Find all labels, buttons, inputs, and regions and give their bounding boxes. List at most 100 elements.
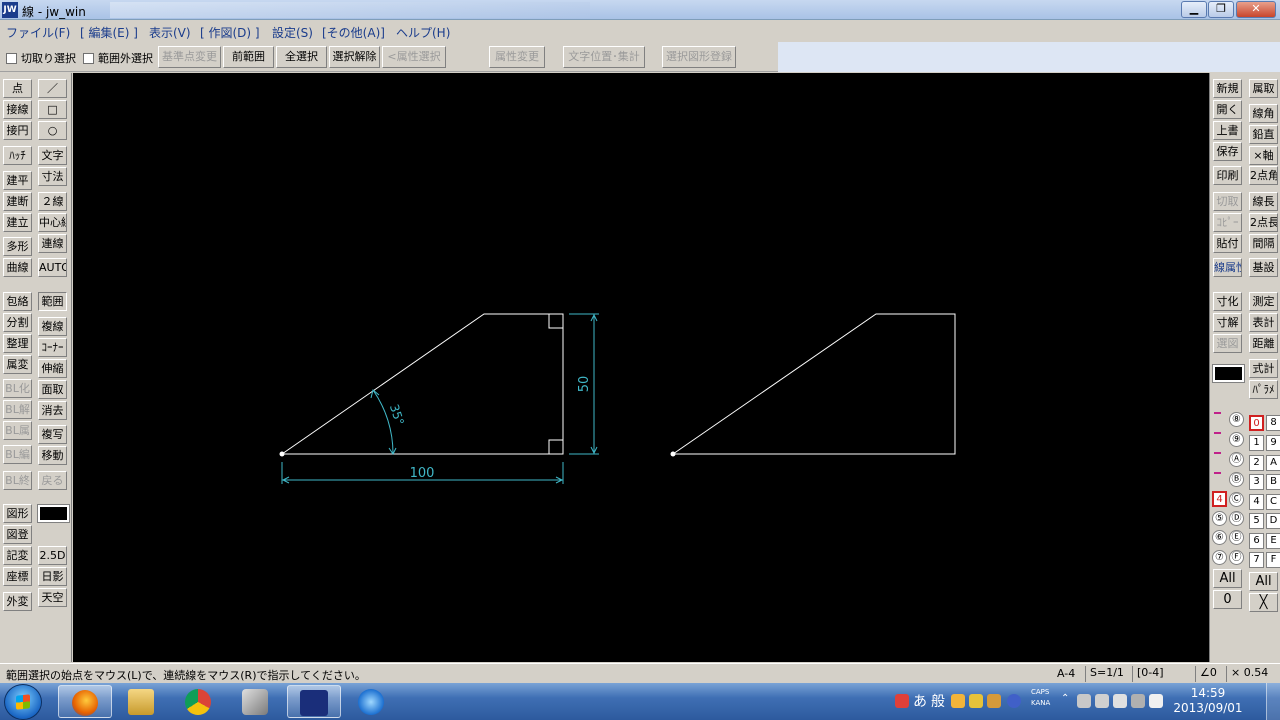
minimize-button[interactable]: ▁ [1181,1,1207,18]
tool-dimension[interactable]: 寸法 [38,167,67,186]
layer-5[interactable]: ⑤ [1212,511,1227,526]
layer-b[interactable]: Ⓑ [1229,472,1244,487]
angle-dim-arc[interactable] [372,389,394,455]
group-0-current[interactable]: 0 [1249,415,1264,431]
layer-4-current[interactable]: 4 [1212,491,1227,507]
formula-calc-button[interactable]: 式計 [1249,359,1278,378]
signal-icon[interactable] [1131,694,1145,708]
tool-building-plan[interactable]: 建平 [3,171,32,190]
change-base-point-button[interactable]: 基準点変更 [158,46,221,68]
tool-building-section[interactable]: 建断 [3,192,32,211]
tool-continuous-line[interactable]: 連線 [38,234,67,253]
copy-button[interactable]: ｺﾋﾟｰ [1213,213,1242,232]
scale-readout[interactable]: S=1/1 [1085,666,1131,682]
group-1[interactable]: 1 [1249,435,1264,451]
tool-undo[interactable]: 戻る [38,471,67,490]
outside-select-checkbox[interactable]: 範囲外選択 [83,50,153,66]
menu-help[interactable]: ヘルプ(H) [396,24,450,41]
parameter-button[interactable]: ﾊﾟﾗﾒ [1249,380,1278,399]
taskbar-itunes[interactable] [345,685,399,718]
previous-range-button[interactable]: 前範囲 [223,46,274,68]
tool-polygon[interactable]: 多形 [3,237,32,256]
tool-copy[interactable]: 複写 [38,425,67,444]
tool-sky[interactable]: 天空 [38,588,67,607]
tool-block-edit[interactable]: BL編 [3,445,32,464]
safely-remove-icon[interactable] [1077,694,1091,708]
ime-conversion[interactable]: 般 [931,691,945,711]
tool-block-end[interactable]: BL終 [3,471,32,490]
tool-auto[interactable]: AUTO [38,258,67,277]
clock[interactable]: 14:59 2013/09/01 [1168,686,1248,716]
height-dimension-label[interactable]: 50 [577,376,592,393]
angle-readout[interactable]: ∠0 [1195,666,1225,682]
ime-tool-icon[interactable] [951,694,965,708]
group-x-button[interactable]: ╳ [1249,593,1278,612]
menu-settings[interactable]: 設定(S) [272,24,313,41]
taskbar-app[interactable] [229,685,283,718]
base-settings-button[interactable]: 基設 [1249,258,1278,277]
deselect-button[interactable]: 選択解除 [329,46,380,68]
cut-button[interactable]: 切取 [1213,192,1242,211]
file-overwrite-button[interactable]: 上書 [1213,121,1242,140]
right-trapezoid-outline[interactable] [672,313,956,455]
layer-readout[interactable]: [0-4] [1132,666,1194,682]
menu-other[interactable]: [その他(A)] [322,24,385,41]
dimension-ungroup-button[interactable]: 寸解 [1213,313,1242,332]
right-start-point[interactable] [670,451,676,457]
tool-arrange[interactable]: 整理 [3,334,32,353]
jw-app-icon[interactable]: JW [2,2,18,18]
group-3[interactable]: 3 [1249,474,1264,490]
group-f[interactable]: F [1266,552,1280,568]
two-point-length-button[interactable]: 2点長 [1249,213,1278,232]
tool-tangent-line[interactable]: 接線 [3,100,32,119]
group-c[interactable]: C [1266,494,1280,510]
tool-text[interactable]: 文字 [38,146,67,165]
left-trapezoid-outline[interactable] [281,313,564,455]
register-selection-button[interactable]: 選択図形登録 [662,46,736,68]
taskbar-explorer[interactable] [115,685,169,718]
tool-divide[interactable]: 分割 [3,313,32,332]
group-6[interactable]: 6 [1249,533,1264,549]
taskbar-jww[interactable] [287,685,341,718]
tool-point[interactable]: 点 [3,79,32,98]
tool-stretch[interactable]: 伸縮 [38,359,67,378]
left-start-point[interactable] [279,451,285,457]
ime-pad-icon[interactable] [969,694,983,708]
paste-button[interactable]: 貼付 [1213,234,1242,253]
tool-figure-register[interactable]: 図登 [3,525,32,544]
tool-chamfer[interactable]: 面取 [38,380,67,399]
cut-select-checkbox[interactable]: 切取り選択 [6,50,76,66]
tool-rectangle[interactable]: □ [38,100,67,119]
group-5[interactable]: 5 [1249,513,1264,529]
menu-draw[interactable]: [ 作図(D) ] [200,24,260,41]
checkbox-box[interactable] [83,53,94,64]
volume-icon[interactable] [1113,694,1127,708]
ime-icon[interactable] [895,694,909,708]
menu-edit[interactable]: [ 編集(E) ] [80,24,138,41]
layer-9[interactable]: ⑨ [1229,432,1244,447]
tool-external-change[interactable]: 外変 [3,592,32,611]
attribute-change-button[interactable]: 属性変更 [489,46,545,68]
tool-offset-line[interactable]: 複線 [38,317,67,336]
group-9[interactable]: 9 [1266,435,1280,451]
layer-zero-button[interactable]: 0 [1213,590,1242,609]
tool-curve[interactable]: 曲線 [3,258,32,277]
layer-c[interactable]: Ⓒ [1229,492,1244,507]
tool-2-5d[interactable]: 2.5D [38,546,67,565]
group-all-button[interactable]: All [1249,572,1278,591]
paper-size[interactable]: A-4 [1057,667,1075,680]
tool-double-line[interactable]: ２線 [38,192,67,211]
ime-dict-icon[interactable] [987,694,1001,708]
file-open-button[interactable]: 開く [1213,100,1242,119]
right-line-type-indicator[interactable] [1212,364,1245,383]
layer-6[interactable]: ⑥ [1212,530,1227,545]
x-axis-button[interactable]: ×軸 [1249,146,1278,165]
tool-line[interactable]: ／ [38,79,67,98]
text-position-sum-button[interactable]: 文字位置･集計 [563,46,645,68]
tool-figure[interactable]: 図形 [3,504,32,523]
layer-d[interactable]: Ⓓ [1229,511,1244,526]
maximize-button[interactable]: ❐ [1208,1,1234,18]
tool-text-change[interactable]: 記変 [3,546,32,565]
start-button[interactable] [4,684,42,720]
tool-building-elevation[interactable]: 建立 [3,213,32,232]
